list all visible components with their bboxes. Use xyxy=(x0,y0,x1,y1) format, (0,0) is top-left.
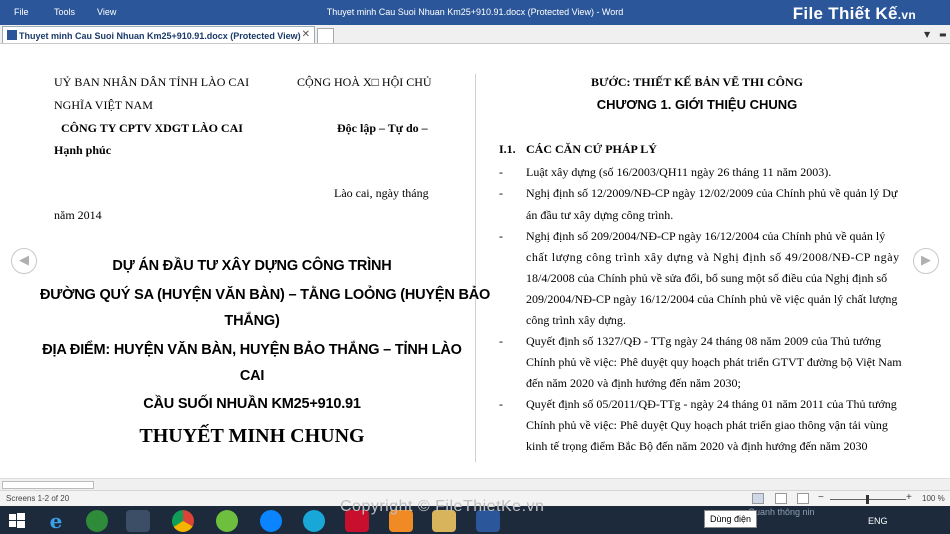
project-title-2: ĐƯỜNG QUÝ SA (HUYỆN VĂN BÀN) – TẰNG LOỎN… xyxy=(40,287,491,303)
design-step: BƯỚC: THIẾT KẾ BẢN VẼ THI CÔNG xyxy=(590,75,804,89)
location-line-1: ĐỊA ĐIỂM: HUYỆN VĂN BÀN, HUYỆN BẢO THẮNG… xyxy=(42,342,462,358)
brand-suffix: .vn xyxy=(897,8,916,22)
zalo-icon[interactable] xyxy=(260,510,282,532)
location-line-2: CAI xyxy=(239,368,265,384)
zoom-level[interactable]: 100 % xyxy=(922,494,945,503)
chapter-title: CHƯƠNG 1. GIỚI THIỆU CHUNG xyxy=(596,97,798,112)
previous-page-button[interactable]: ◀ xyxy=(11,248,37,274)
language-indicator[interactable]: ENG xyxy=(868,516,888,526)
legal-line: án đầu tư xây dựng công trình. xyxy=(526,208,674,222)
power-tooltip: Dùng điện xyxy=(704,510,758,528)
year-line: năm 2014 xyxy=(54,208,102,222)
chrome-icon[interactable] xyxy=(172,510,194,532)
close-tab-icon[interactable]: ✕ xyxy=(302,29,310,40)
bullet: - xyxy=(499,186,503,200)
bullet: - xyxy=(499,229,503,243)
title-bar: File Tools View Thuyet minh Cau Suoi Nhu… xyxy=(0,0,950,25)
coccoc-icon[interactable] xyxy=(216,510,238,532)
tab-options-icon[interactable]: ▬ xyxy=(939,30,947,39)
bullet: - xyxy=(499,165,503,179)
read-mode-icon[interactable] xyxy=(752,493,764,504)
brand-name-2: Thiết Kế xyxy=(828,4,898,23)
legal-line: đến năm 2020 và định hướng đến năm 2030; xyxy=(526,376,741,390)
document-tab-strip: Thuyet minh Cau Suoi Nhuan Km25+910.91.d… xyxy=(0,25,950,44)
brand-logo: File Thiết Kế.vn xyxy=(793,4,916,24)
word-doc-icon xyxy=(7,30,17,40)
bullet: - xyxy=(499,334,503,348)
notice-text: Quanh thông nin xyxy=(748,507,815,517)
document-title: THUYẾT MINH CHUNG xyxy=(139,425,365,447)
scrollbar-thumb[interactable] xyxy=(2,481,94,489)
screen-count: Screens 1-2 of 20 xyxy=(6,494,70,503)
next-page-button[interactable]: ▶ xyxy=(913,248,939,274)
motto: Độc lập – Tự do – xyxy=(337,121,428,135)
utorrent-icon[interactable] xyxy=(86,510,108,532)
horizontal-scrollbar[interactable] xyxy=(0,478,950,490)
legal-line: Luật xây dựng (số 16/2003/QH11 ngày 26 t… xyxy=(526,165,832,179)
republic-header: CỘNG HOÀ X□ HỘI CHỦ xyxy=(297,75,432,89)
legal-line: Chính phủ về việc: Phê duyệt Quy hoạch p… xyxy=(526,418,888,432)
section-number: I.1. xyxy=(499,142,516,156)
company-name: CÔNG TY CPTV XDGT LÀO CAI xyxy=(61,121,243,135)
app-icon[interactable] xyxy=(126,510,150,532)
web-layout-icon[interactable] xyxy=(797,493,809,504)
republic-header-cont: NGHĨA VIỆT NAM xyxy=(54,98,153,112)
tab-list-icon[interactable]: ▼ xyxy=(924,30,930,39)
p-app-icon[interactable] xyxy=(303,510,325,532)
document-tab[interactable]: Thuyet minh Cau Suoi Nhuan Km25+910.91.d… xyxy=(2,26,315,43)
place-date: Lào cai, ngày tháng xyxy=(334,186,429,200)
document-tab-label: Thuyet minh Cau Suoi Nhuan Km25+910.91.d… xyxy=(19,31,301,41)
zoom-slider-thumb[interactable] xyxy=(866,495,869,504)
legal-line: chất lượng công trình xây dựng và Nghị đ… xyxy=(526,250,900,264)
legal-line: Quyết định số 1327/QĐ - TTg ngày 24 thán… xyxy=(526,334,882,348)
project-title-3: THẮNG) xyxy=(224,313,280,329)
new-tab-button[interactable] xyxy=(317,28,334,43)
project-title-1: DỰ ÁN ĐẦU TƯ XÂY DỰNG CÔNG TRÌNH xyxy=(112,258,392,274)
print-layout-icon[interactable] xyxy=(775,493,787,504)
motto-cont: Hạnh phúc xyxy=(54,143,112,157)
legal-line: 18/4/2008 của Chính phủ về sửa đổi, bổ s… xyxy=(526,271,888,285)
page-divider xyxy=(475,74,476,462)
gov-header: UỶ BAN NHÂN DÂN TỈNH LÀO CAI xyxy=(54,75,250,89)
legal-line: công trình xây dựng. xyxy=(526,313,626,327)
brand-name: File xyxy=(792,4,824,23)
legal-line: Chính phủ về việc: Phê duyệt quy hoạch p… xyxy=(526,355,902,369)
section-title: CÁC CĂN CỨ PHÁP LÝ xyxy=(526,142,657,156)
legal-line: Nghị định số 209/2004/NĐ-CP ngày 16/12/2… xyxy=(526,229,886,243)
zoom-in-button[interactable]: + xyxy=(906,492,912,503)
legal-line: Nghị định số 12/2009/NĐ-CP ngày 12/02/20… xyxy=(526,186,898,200)
ie-browser-icon[interactable]: e xyxy=(44,510,68,532)
legal-line: Quyết định số 05/2011/QĐ-TTg - ngày 24 t… xyxy=(526,397,897,411)
legal-line: 209/2004/NĐ-CP ngày 16/12/2004 của Chính… xyxy=(526,292,898,306)
bridge-name: CẦU SUỐI NHUẦN KM25+910.91 xyxy=(143,396,361,412)
windows-start-icon[interactable] xyxy=(6,510,28,532)
copyright-watermark: Copyright © FileThietKe.vn xyxy=(340,498,545,515)
zoom-out-button[interactable]: − xyxy=(818,492,824,503)
legal-line: kinh tế trọng điểm Bắc Bộ đến năm 2020 v… xyxy=(526,439,868,453)
bullet: - xyxy=(499,397,503,411)
